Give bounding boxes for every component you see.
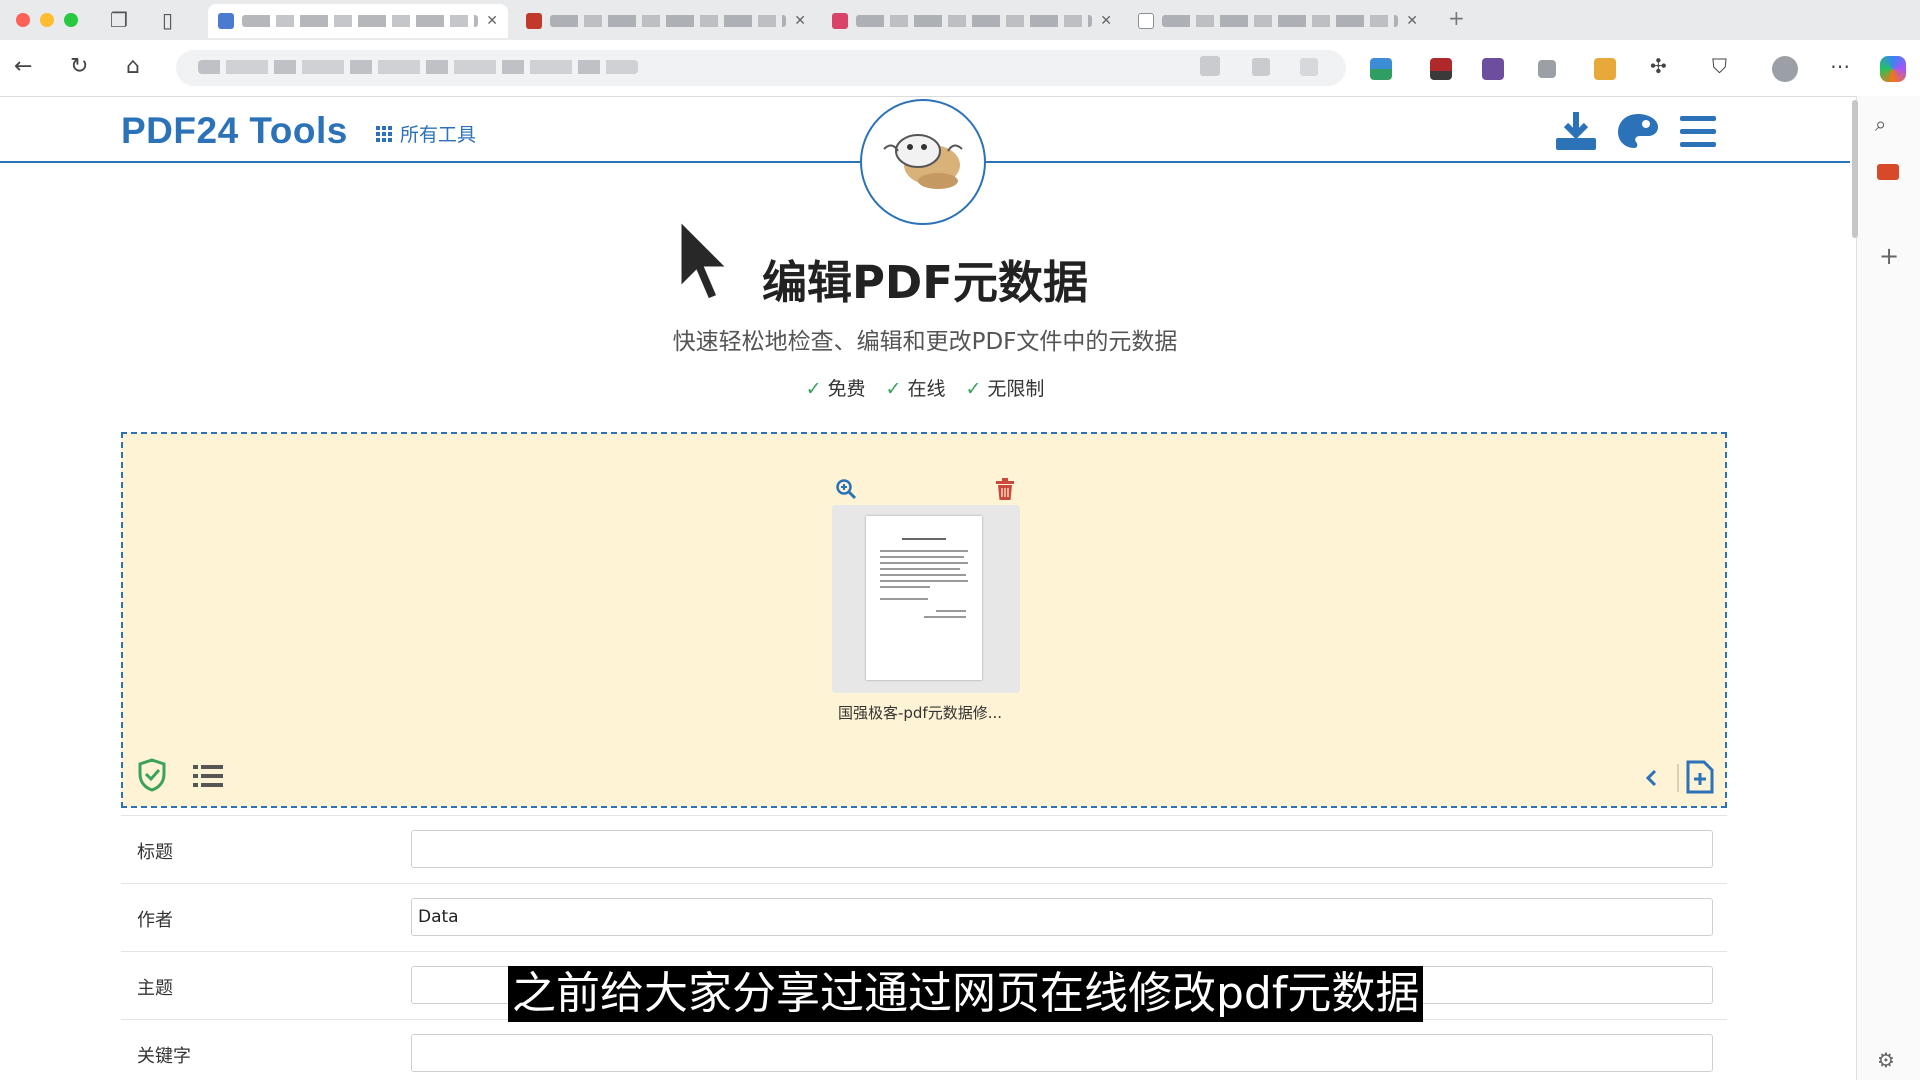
home-icon[interactable]: ⌂	[126, 54, 140, 79]
security-shield-icon[interactable]	[137, 758, 167, 792]
gear-icon[interactable]: ⚙	[1877, 1048, 1895, 1072]
extension-icon[interactable]	[1482, 58, 1504, 80]
reload-icon[interactable]: ↻	[70, 54, 88, 79]
author-label: 作者	[137, 910, 173, 931]
check-icon: ✓	[805, 378, 822, 400]
tab-bar: ❐ ▯ ✕ ✕ ✕ ✕ +	[0, 0, 1920, 40]
tab-favicon-icon	[218, 13, 234, 29]
feature-label: 免费	[827, 378, 866, 400]
metadata-row-keywords: 关键字	[121, 1019, 1727, 1088]
close-tab-icon[interactable]: ✕	[486, 13, 498, 29]
workspaces-icon[interactable]: ❐	[110, 8, 128, 32]
close-tab-icon[interactable]: ✕	[1100, 13, 1112, 29]
sheep-mascot-icon	[883, 134, 963, 189]
tab-title	[550, 15, 787, 27]
mascot-logo[interactable]	[860, 99, 986, 225]
all-tools-link[interactable]: 所有工具	[376, 120, 476, 147]
shield-icon[interactable]: ⛉	[1712, 54, 1727, 78]
check-icon: ✓	[885, 378, 902, 400]
feature-item: ✓ 在线	[886, 374, 946, 401]
tab-title	[242, 15, 479, 27]
more-menu-icon[interactable]: ⋯	[1830, 54, 1850, 78]
new-tab-button[interactable]: +	[1448, 6, 1465, 30]
file-name: 国强极客-pdf元数据修...	[837, 704, 1003, 722]
download-icon[interactable]	[1554, 110, 1598, 154]
close-tab-icon[interactable]: ✕	[1406, 13, 1418, 29]
extension-icon[interactable]	[1370, 58, 1392, 80]
back-icon[interactable]: ←	[14, 54, 32, 79]
subject-label: 主题	[137, 978, 173, 999]
close-window-button[interactable]	[16, 13, 30, 27]
tab-favicon-icon	[1138, 13, 1154, 29]
trash-icon[interactable]	[995, 478, 1015, 500]
tab[interactable]: ✕	[1128, 4, 1428, 38]
browser-sidebar: ⌕ + ⚙	[1856, 96, 1920, 1080]
close-tab-icon[interactable]: ✕	[794, 13, 806, 29]
copilot-icon[interactable]	[1880, 56, 1906, 82]
zoom-window-button[interactable]	[64, 13, 78, 27]
extension-icon[interactable]	[1430, 58, 1452, 80]
title-input[interactable]	[411, 830, 1713, 868]
page-title: 编辑PDF元数据	[761, 256, 1089, 309]
profile-avatar[interactable]	[1772, 56, 1798, 82]
title-label: 标题	[137, 842, 173, 863]
author-input[interactable]	[411, 898, 1713, 936]
chevron-left-icon[interactable]	[1643, 768, 1659, 788]
mouse-cursor-icon	[678, 218, 732, 302]
feature-label: 在线	[907, 378, 946, 400]
add-sidebar-app-icon[interactable]: +	[1879, 242, 1899, 270]
pdf-page-preview	[866, 516, 982, 680]
tab-title	[1162, 15, 1399, 27]
toolbar-divider	[1677, 764, 1679, 792]
keywords-label: 关键字	[137, 1046, 191, 1067]
tools-icon[interactable]	[1877, 164, 1899, 180]
sidebar-toggle-icon[interactable]: ▯	[162, 8, 173, 32]
video-caption: 之前给大家分享过通过网页在线修改pdf元数据	[508, 966, 1424, 1022]
feature-list: ✓ 免费 ✓ 在线 ✓ 无限制	[0, 374, 1850, 401]
pdf24-logo[interactable]: PDF24 Tools	[121, 110, 348, 152]
all-tools-label: 所有工具	[400, 124, 477, 146]
address-url	[198, 60, 638, 74]
check-icon: ✓	[965, 378, 982, 400]
metadata-row-author: 作者	[121, 883, 1727, 952]
page-subtitle: 快速轻松地检查、编辑和更改PDF文件中的元数据	[672, 329, 1178, 355]
read-aloud-icon[interactable]	[1200, 56, 1220, 76]
tab-favicon-icon	[526, 13, 542, 29]
app-icon[interactable]	[1252, 58, 1270, 76]
zoom-preview-icon[interactable]	[835, 478, 857, 500]
tab[interactable]: ✕	[208, 4, 508, 38]
tab[interactable]: ✕	[516, 4, 816, 38]
extension-icon[interactable]	[1594, 58, 1616, 80]
tab[interactable]: ✕	[822, 4, 1122, 38]
grid-icon	[376, 125, 392, 142]
tab-favicon-icon	[832, 13, 848, 29]
hamburger-menu-icon[interactable]	[1678, 114, 1718, 150]
feature-label: 无限制	[987, 378, 1045, 400]
feature-item: ✓ 无限制	[965, 374, 1044, 401]
list-view-icon[interactable]	[193, 764, 223, 788]
add-file-icon[interactable]	[1685, 760, 1715, 794]
feature-item: ✓ 免费	[806, 374, 866, 401]
extension-icon[interactable]	[1538, 60, 1556, 78]
keywords-input[interactable]	[411, 1034, 1713, 1072]
metadata-row-title: 标题	[121, 815, 1727, 884]
tab-title	[856, 15, 1093, 27]
scrollbar[interactable]	[1852, 100, 1858, 238]
palette-icon[interactable]	[1616, 110, 1660, 154]
extensions-puzzle-icon[interactable]: ✣	[1650, 54, 1667, 78]
search-icon[interactable]: ⌕	[1875, 112, 1886, 136]
address-bar[interactable]	[176, 50, 1346, 86]
favorite-icon[interactable]	[1300, 58, 1318, 76]
minimize-window-button[interactable]	[40, 13, 54, 27]
